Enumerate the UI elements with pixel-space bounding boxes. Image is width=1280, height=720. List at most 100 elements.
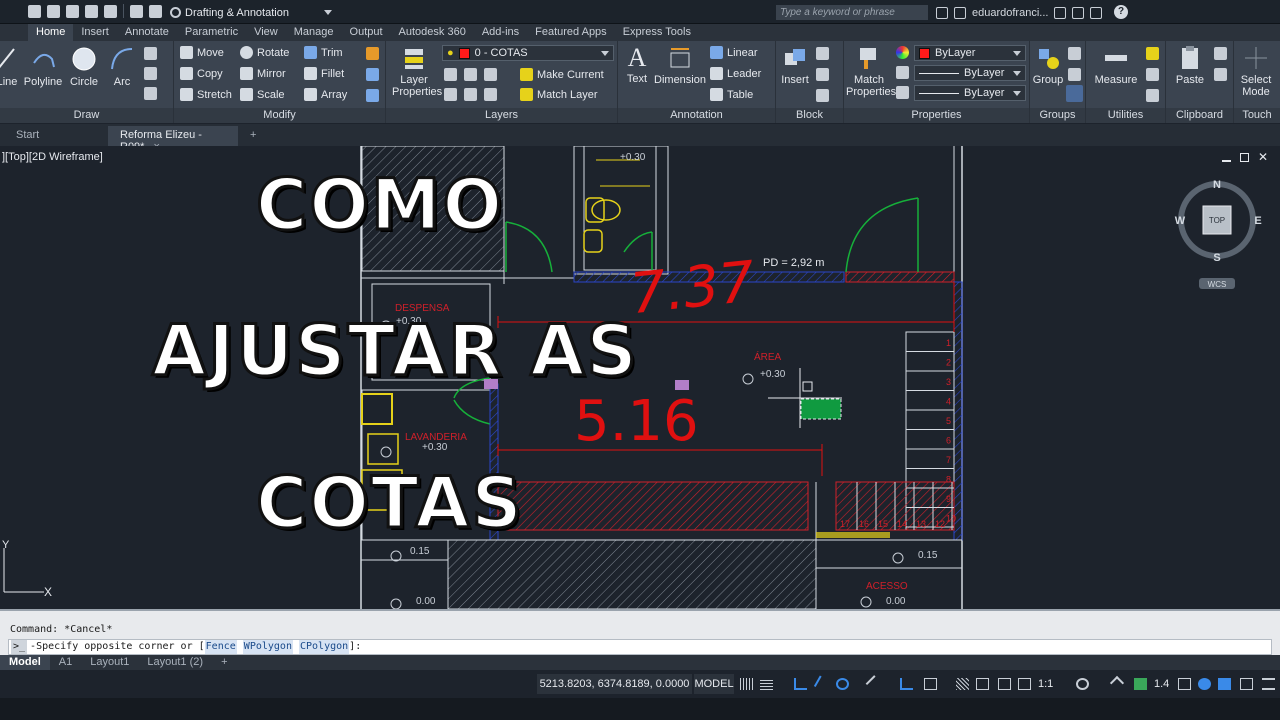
scale-button[interactable]: Scale [240,88,285,101]
layout-tab-model[interactable]: Model [0,655,50,670]
array-button[interactable]: Array [304,88,347,101]
circle-button[interactable]: Circle [66,45,102,88]
trim-button[interactable]: Trim [304,46,343,59]
selection-window[interactable] [800,398,842,420]
option-fence[interactable]: Fence [204,640,237,654]
clean-screen-icon[interactable] [1240,678,1253,690]
line-button[interactable]: Line [0,45,18,88]
move-button[interactable]: Move [180,46,224,59]
text-button[interactable]: A Text [622,43,652,85]
edit-attributes-icon[interactable] [816,89,829,102]
exchange-icon[interactable] [1072,6,1085,19]
layer-unisolate-icon[interactable] [464,88,477,101]
tab-express-tools[interactable]: Express Tools [615,24,699,41]
snap-icon[interactable] [760,678,773,690]
transparency-icon[interactable] [956,678,969,690]
color-dropdown[interactable]: ByLayer [914,45,1026,61]
fillet-button[interactable]: Fillet [304,67,344,80]
isodraft-icon[interactable] [836,678,849,690]
tab-parametric[interactable]: Parametric [177,24,246,41]
block-panel-title[interactable]: Block [776,108,843,123]
modify-panel-title[interactable]: Modify [174,108,385,123]
hardware-acceleration-icon[interactable] [1218,678,1231,690]
make-current-button[interactable]: Make Current [520,68,604,81]
cart-icon[interactable] [1054,6,1067,19]
draw-panel-title[interactable]: Draw [0,108,173,123]
match-layer-button[interactable]: Match Layer [520,88,598,101]
groups-panel-title[interactable]: Groups [1030,108,1085,123]
offset-icon[interactable] [366,89,379,102]
new-tab-button[interactable]: + [244,126,268,146]
coordinate-readout[interactable]: 5213.8203, 6374.8189, 0.0000 [537,674,692,694]
add-layout-button[interactable]: + [212,655,236,670]
close-icon[interactable]: ✕ [1258,151,1268,163]
layers-panel-title[interactable]: Layers [386,108,617,123]
drawing-viewport[interactable]: 1 2 3 4 5 6 7 8 9 10 17 16 15 14 13 12 7… [0,146,1280,609]
utilities-panel-title[interactable]: Utilities [1086,108,1165,123]
annotation-visibility-icon[interactable] [1018,678,1031,690]
tab-insert[interactable]: Insert [73,24,117,41]
compass-east[interactable]: E [1254,215,1261,227]
grid-icon[interactable] [740,678,753,690]
open-icon[interactable] [47,4,60,18]
calculator-icon[interactable] [1146,89,1159,102]
lineweight-dropdown[interactable]: ByLayer [914,85,1026,101]
boundary-icon[interactable] [144,87,157,100]
layer-thaw-icon[interactable] [484,88,497,101]
leader-button[interactable]: Leader [710,67,761,80]
layer-on-icon[interactable] [444,88,457,101]
stretch-button[interactable]: Stretch [180,88,232,101]
create-block-icon[interactable] [816,47,829,60]
tab-autodesk-360[interactable]: Autodesk 360 [391,24,474,41]
edit-block-icon[interactable] [816,68,829,81]
model-space-button[interactable]: MODEL [694,674,734,694]
help-icon[interactable]: ? [1114,5,1128,19]
group-edit-icon[interactable] [1068,68,1081,81]
layer-properties-button[interactable]: Layer Properties [392,45,442,98]
dimension-text-5-16[interactable]: 5.16 [574,389,699,454]
layer-dropdown[interactable]: ● 0 - COTAS [442,45,614,61]
command-line-input[interactable]: >_ -Specify opposite corner or [ Fence W… [8,639,1272,655]
plot-icon[interactable] [104,4,117,18]
layout-tab-layout1-2-[interactable]: Layout1 (2) [138,655,212,670]
layer-isolate-icon[interactable] [464,68,477,81]
clipboard-panel-title[interactable]: Clipboard [1166,108,1233,123]
option-wpolygon[interactable]: WPolygon [242,640,293,654]
tab-manage[interactable]: Manage [286,24,342,41]
measure-button[interactable]: Measure [1092,45,1140,86]
annotation-scale[interactable]: 1:1 [1038,678,1053,690]
compass-west[interactable]: W [1175,215,1186,227]
polar-icon[interactable] [813,675,832,693]
quick-properties-icon[interactable] [1178,678,1191,690]
hatch-icon[interactable] [144,67,157,80]
object-snap-icon[interactable] [900,678,913,690]
new-icon[interactable] [28,4,41,18]
mirror-button[interactable]: Mirror [240,67,286,80]
save-as-icon[interactable] [85,4,98,18]
dimension-button[interactable]: Dimension [654,45,706,86]
rectangle-icon[interactable] [144,47,157,60]
undo-icon[interactable] [130,4,143,18]
ungroup-icon[interactable] [1068,47,1081,60]
linetype-dropdown[interactable]: ByLayer [914,65,1026,81]
stay-connected-icon[interactable] [1090,6,1103,19]
properties-panel-title[interactable]: Properties [844,108,1029,123]
table-button[interactable]: Table [710,88,753,101]
quick-select-icon[interactable] [1146,47,1159,60]
workspace-gear-icon[interactable] [1076,678,1089,690]
linear-button[interactable]: Linear [710,46,758,59]
erase-icon[interactable] [366,47,379,60]
isolate-objects-icon[interactable] [1198,678,1211,690]
units-icon[interactable] [1134,678,1147,690]
binoculars-icon[interactable] [936,6,948,19]
arc-button[interactable]: Arc [106,45,138,88]
copy-button[interactable]: Copy [180,67,223,80]
option-cpolygon[interactable]: CPolygon [299,640,350,654]
layer-off-icon[interactable] [444,68,457,81]
save-icon[interactable] [66,4,79,18]
tab-annotate[interactable]: Annotate [117,24,177,41]
layer-freeze-icon[interactable] [484,68,497,81]
point-style-icon[interactable] [1146,68,1159,81]
layout-tab-a1[interactable]: A1 [50,655,81,670]
tab-home[interactable]: Home [28,24,74,41]
